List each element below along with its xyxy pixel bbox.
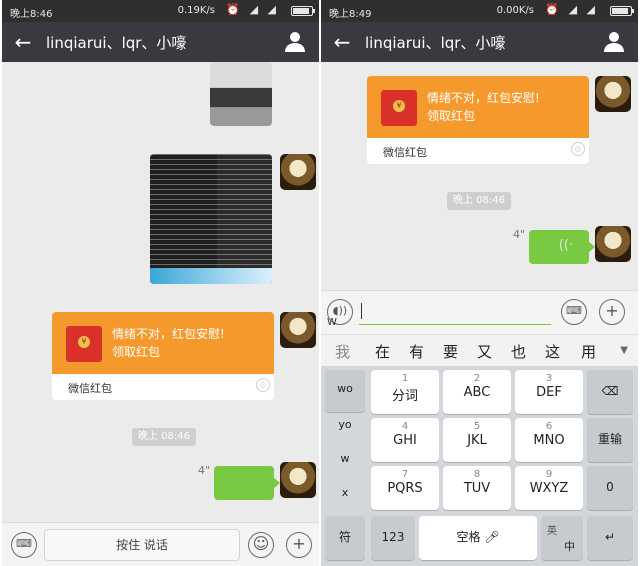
status-time: 晚上8:49	[329, 9, 372, 20]
red-envelope-icon: ¥	[381, 90, 417, 126]
image-taskbar	[150, 268, 272, 284]
language-switch-key[interactable]: 英 中	[541, 516, 583, 560]
t9-key-4[interactable]: 4 GHI	[371, 418, 439, 462]
bottom-bar: ⌨ 按住 说话 ☺ +	[2, 522, 319, 566]
title-bar: ← linqiarui、lqr、小嚎	[321, 22, 638, 62]
system-icons: ⏰ ◢ ◢	[545, 3, 598, 16]
w-indicator: W	[327, 317, 337, 328]
space-label: 空格	[456, 530, 481, 544]
reenter-key[interactable]: 重输	[587, 418, 633, 462]
avatar[interactable]	[595, 76, 631, 112]
candidate-word[interactable]: 用	[581, 341, 596, 362]
candidate-bar: 我 在 有 要 又 也 这 用 ▼	[321, 334, 638, 366]
image-message-anime[interactable]	[210, 62, 272, 126]
chat-title: linqiarui、lqr、小嚎	[365, 34, 506, 52]
candidate-word[interactable]: 我	[335, 341, 350, 362]
message-input[interactable]	[359, 299, 551, 325]
numeric-key[interactable]: 123	[371, 516, 415, 560]
status-time: 晚上8:46	[10, 9, 53, 20]
right-screen: 晚上8:49 0.00K/s ⏰ ◢ ◢ ← linqiarui、lqr、小嚎 …	[321, 0, 638, 566]
t9-key-8[interactable]: 8 TUV	[443, 466, 511, 510]
candidate-word[interactable]: 要	[443, 341, 458, 362]
t9-key-5[interactable]: 5 JKL	[443, 418, 511, 462]
avatar[interactable]	[280, 462, 316, 498]
t9-key-9[interactable]: 9 WXYZ	[515, 466, 583, 510]
wechat-pay-icon: ◎	[571, 142, 585, 156]
symbol-key[interactable]: 符	[325, 516, 365, 560]
hold-to-talk-button[interactable]: 按住 说话	[44, 529, 240, 561]
add-icon[interactable]: +	[599, 299, 625, 325]
enter-key[interactable]: ↵	[587, 516, 633, 560]
voice-wave-icon: ((·	[558, 238, 573, 253]
t9-key-1[interactable]: 1 分词	[371, 370, 439, 414]
network-speed: 0.19K/s	[177, 5, 215, 16]
profile-icon[interactable]	[283, 29, 307, 53]
bubble-tail	[273, 326, 274, 338]
red-packet-greeting: 情绪不对，红包安慰!	[427, 91, 540, 105]
profile-icon[interactable]	[602, 29, 626, 53]
voice-duration: 4"	[198, 464, 211, 477]
input-bar: ◖)) W ⌨ +	[321, 290, 638, 334]
avatar[interactable]	[280, 154, 316, 190]
pinyin-candidate-key[interactable]: x	[325, 474, 365, 510]
wechat-pay-icon: ◎	[256, 378, 270, 392]
keyboard-toggle-icon[interactable]: ⌨	[11, 532, 37, 558]
bubble-tail	[588, 90, 589, 102]
red-packet-footer: 微信红包	[383, 146, 427, 159]
status-bar: 晚上8:49 0.00K/s ⏰ ◢ ◢	[321, 0, 638, 22]
candidate-word[interactable]: 也	[511, 341, 526, 362]
candidate-word[interactable]: 这	[545, 341, 560, 362]
pinyin-candidate-key[interactable]: yo	[325, 406, 365, 442]
network-speed: 0.00K/s	[496, 5, 534, 16]
red-envelope-icon: ¥	[66, 326, 102, 362]
title-bar: ← linqiarui、lqr、小嚎	[2, 22, 319, 62]
backspace-key[interactable]: ⌫	[587, 370, 633, 414]
red-packet-greeting: 情绪不对，红包安慰!	[112, 327, 225, 341]
back-arrow-icon[interactable]: ←	[10, 30, 36, 54]
t9-keyboard: wo yo w x 1 分词 2 ABC 3 DEF ⌫ 4 GHI 5 JKL 6 MNO…	[321, 366, 638, 566]
chat-title: linqiarui、lqr、小嚎	[46, 34, 187, 52]
red-packet-claim: 领取红包	[112, 345, 161, 359]
red-packet-message[interactable]: ¥ 情绪不对，红包安慰! 领取红包 微信红包 ◎	[52, 312, 274, 400]
red-packet-footer: 微信红包	[68, 382, 112, 395]
candidate-word[interactable]: 又	[477, 341, 492, 362]
battery-icon	[291, 6, 315, 16]
t9-key-3[interactable]: 3 DEF	[515, 370, 583, 414]
red-packet-message[interactable]: ¥ 情绪不对，红包安慰! 领取红包 微信红包 ◎	[367, 76, 589, 164]
voice-duration: 4"	[513, 228, 526, 241]
red-packet-claim: 领取红包	[427, 109, 476, 123]
message-timestamp: 晚上 08:46	[447, 192, 511, 210]
add-icon[interactable]: +	[286, 532, 312, 558]
t9-key-2[interactable]: 2 ABC	[443, 370, 511, 414]
pinyin-candidate-key[interactable]: w	[325, 440, 365, 476]
battery-icon	[610, 6, 634, 16]
space-key[interactable]: 空格 🎤︎	[419, 516, 537, 560]
image-message-code[interactable]	[150, 154, 272, 284]
message-timestamp: 晚上 08:46	[132, 428, 196, 446]
avatar[interactable]	[280, 312, 316, 348]
microphone-icon: 🎤︎	[484, 530, 500, 544]
seal-icon: ¥	[393, 100, 405, 112]
left-screen: 晚上8:46 0.19K/s ⏰ ◢ ◢ ← linqiarui、lqr、小嚎 …	[2, 0, 319, 566]
system-icons: ⏰ ◢ ◢	[226, 3, 279, 16]
back-arrow-icon[interactable]: ←	[329, 30, 355, 54]
t9-key-7[interactable]: 7 PQRS	[371, 466, 439, 510]
avatar[interactable]	[595, 226, 631, 262]
emoji-keyboard-icon[interactable]: ⌨	[561, 299, 587, 325]
emoji-icon[interactable]: ☺	[248, 532, 274, 558]
seal-icon: ¥	[78, 336, 90, 348]
status-bar: 晚上8:46 0.19K/s ⏰ ◢ ◢	[2, 0, 319, 22]
text-cursor	[361, 303, 362, 319]
candidate-word[interactable]: 在	[375, 341, 390, 362]
zero-key[interactable]: 0	[587, 466, 633, 510]
t9-key-6[interactable]: 6 MNO	[515, 418, 583, 462]
voice-message[interactable]: ((·	[529, 230, 595, 264]
candidate-word[interactable]: 有	[409, 341, 424, 362]
expand-candidates-icon[interactable]: ▼	[620, 345, 628, 356]
lang-chinese: 中	[564, 540, 575, 553]
voice-message[interactable]	[214, 466, 280, 500]
lang-english: 英	[547, 526, 557, 537]
